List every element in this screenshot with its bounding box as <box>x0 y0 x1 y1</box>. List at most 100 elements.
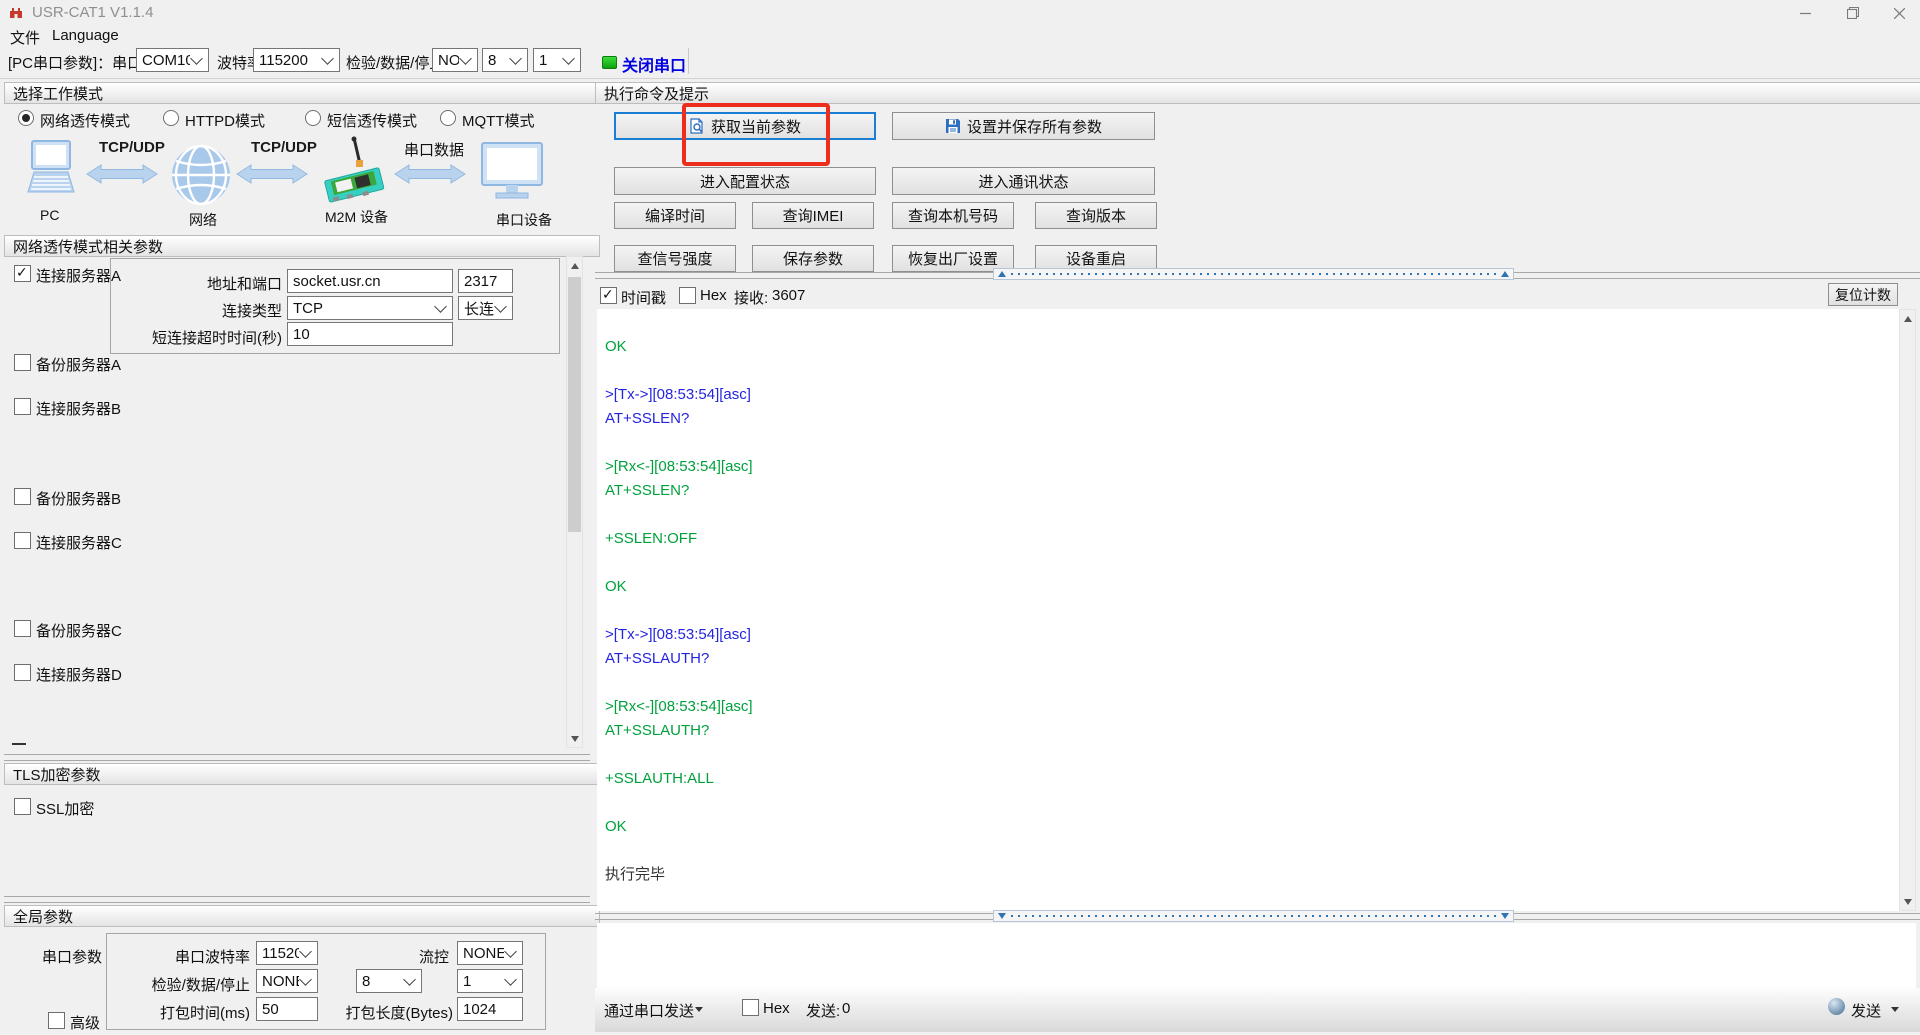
advanced-label[interactable]: 高级 <box>70 1012 100 1033</box>
packtime-input[interactable]: 50 <box>256 997 318 1021</box>
scrollbar-thumb[interactable] <box>568 277 581 532</box>
backup-serverA-checkbox[interactable] <box>14 354 31 371</box>
conn-type-select[interactable]: TCP <box>287 296 453 320</box>
collapsed-item-dash <box>12 743 26 745</box>
serverA-checkbox[interactable] <box>14 264 31 282</box>
radio-net-passthrough[interactable] <box>18 110 34 126</box>
serial-params-label: 串口参数 <box>41 949 102 966</box>
chevron-down-icon <box>299 944 312 958</box>
conn-type-label: 连接类型 <box>221 303 282 320</box>
terminal-scrollbar[interactable] <box>1899 309 1916 911</box>
command-button[interactable]: 查信号强度 <box>614 245 736 272</box>
rx-hex-checkbox[interactable] <box>679 287 696 304</box>
radio-httpd-label[interactable]: HTTPD模式 <box>185 110 265 131</box>
serverB-label[interactable]: 连接服务器B <box>36 398 121 419</box>
chevron-down-icon <box>434 299 447 313</box>
serverA-label[interactable]: 连接服务器A <box>36 265 121 286</box>
command-button[interactable]: 查询本机号码 <box>892 202 1014 229</box>
serverC-checkbox[interactable] <box>14 532 31 549</box>
chevron-down-icon <box>190 51 203 65</box>
backup-serverB-checkbox[interactable] <box>14 488 31 505</box>
server-address-input[interactable]: socket.usr.cn <box>287 269 453 293</box>
exec-header-label: 执行命令及提示 <box>604 85 710 103</box>
g-stopbits-select[interactable]: 1 <box>457 969 523 993</box>
chevron-down-icon <box>459 51 472 65</box>
parity-select[interactable]: NONE <box>432 48 478 72</box>
g-databits-select[interactable]: 8 <box>356 969 422 993</box>
scroll-up-icon[interactable] <box>567 257 582 274</box>
left-panel-scrollbar[interactable] <box>566 256 583 748</box>
radio-httpd[interactable] <box>163 110 179 126</box>
send-via-serial-dropdown[interactable]: 通过串口发送 <box>604 1000 694 1021</box>
rx-hex-label[interactable]: Hex <box>700 287 727 304</box>
g-parity-select[interactable]: NONE <box>256 969 318 993</box>
command-button[interactable]: 编译时间 <box>614 202 736 229</box>
send-button[interactable]: 发送 <box>1851 1000 1881 1021</box>
left-splitter-2[interactable] <box>4 896 590 903</box>
com-port-select[interactable]: COM10 <box>136 48 209 72</box>
command-button[interactable]: 查询IMEI <box>752 202 874 229</box>
command-button[interactable]: 保存参数 <box>752 245 874 272</box>
dropdown-arrow-icon[interactable] <box>695 1007 703 1012</box>
minimize-button[interactable] <box>1783 0 1827 26</box>
tls-header-label: TLS加密参数 <box>13 766 101 784</box>
terminal-output[interactable]: OK >[Tx->][08:53:54][asc] AT+SSLEN? >[Rx… <box>597 309 1899 911</box>
enter-comm-button[interactable]: 进入通讯状态 <box>892 167 1155 195</box>
radio-sms-passthrough[interactable] <box>305 110 321 126</box>
enter-config-button[interactable]: 进入配置状态 <box>614 167 876 195</box>
g-parity-label: 检验/数据/停止 <box>151 977 250 994</box>
short-timeout-input[interactable]: 10 <box>287 322 453 346</box>
conn-mode-select[interactable]: 长连接 <box>458 296 513 320</box>
g-flow-select[interactable]: NONE <box>457 941 523 965</box>
server-port-input[interactable]: 2317 <box>458 269 513 293</box>
server-address-value: socket.usr.cn <box>293 272 381 290</box>
serverD-label[interactable]: 连接服务器D <box>36 664 122 685</box>
get-params-button[interactable]: 获取当前参数 <box>614 112 876 140</box>
set-save-params-button[interactable]: 设置并保存所有参数 <box>892 112 1155 140</box>
tx-hex-label[interactable]: Hex <box>763 1000 790 1017</box>
tx-count-value: 0 <box>842 1000 851 1017</box>
terminal-line: >[Tx->][08:53:54][asc] <box>605 386 751 403</box>
backup-serverC-checkbox[interactable] <box>14 620 31 637</box>
collapse-down-icon <box>1501 913 1509 919</box>
scroll-up-icon[interactable] <box>1900 310 1915 327</box>
backup-serverB-label[interactable]: 备份服务器B <box>36 488 121 509</box>
send-dropdown-arrow-icon[interactable] <box>1891 1007 1899 1012</box>
ssl-label[interactable]: SSL加密 <box>36 798 94 819</box>
tx-hex-checkbox[interactable] <box>742 999 759 1016</box>
menu-item-language[interactable]: Language <box>52 27 119 44</box>
radio-net-passthrough-label[interactable]: 网络透传模式 <box>40 110 130 131</box>
toolbar-separator <box>688 48 689 74</box>
advanced-checkbox[interactable] <box>48 1012 65 1029</box>
close-port-button[interactable]: 关闭串口 <box>622 52 686 76</box>
backup-serverA-label[interactable]: 备份服务器A <box>36 354 121 375</box>
radio-mqtt[interactable] <box>440 110 456 126</box>
baud-select[interactable]: 115200 <box>253 48 340 72</box>
left-splitter-1[interactable] <box>4 754 590 761</box>
radio-mqtt-label[interactable]: MQTT模式 <box>462 110 535 131</box>
radio-sms-passthrough-label[interactable]: 短信透传模式 <box>327 110 417 131</box>
serverC-label[interactable]: 连接服务器C <box>36 532 122 553</box>
ssl-checkbox[interactable] <box>14 798 31 815</box>
send-input-area[interactable] <box>597 923 1916 988</box>
scroll-down-icon[interactable] <box>1900 893 1915 910</box>
g-baud-select[interactable]: 115200 <box>256 941 318 965</box>
close-button[interactable] <box>1877 0 1920 26</box>
timestamp-label[interactable]: 时间戳 <box>621 287 666 308</box>
command-button[interactable]: 查询版本 <box>1035 202 1157 229</box>
com-port-value: COM10 <box>142 51 190 69</box>
reset-counter-button[interactable]: 复位计数 <box>1828 283 1898 306</box>
databits-select[interactable]: 8 <box>482 48 528 72</box>
backup-serverC-label[interactable]: 备份服务器C <box>36 620 122 641</box>
packlen-input[interactable]: 1024 <box>457 997 523 1021</box>
scroll-down-icon[interactable] <box>567 730 582 747</box>
serverD-checkbox[interactable] <box>14 664 31 681</box>
splitter-handle-top[interactable] <box>993 268 1514 280</box>
splitter-handle-bottom[interactable] <box>993 910 1514 922</box>
stopbits-select[interactable]: 1 <box>533 48 581 72</box>
timestamp-checkbox[interactable] <box>600 286 617 304</box>
restore-button[interactable] <box>1831 0 1875 26</box>
arrow-pc-net-icon <box>86 164 158 184</box>
menu-item-file[interactable]: 文件 <box>10 27 40 48</box>
serverB-checkbox[interactable] <box>14 398 31 415</box>
